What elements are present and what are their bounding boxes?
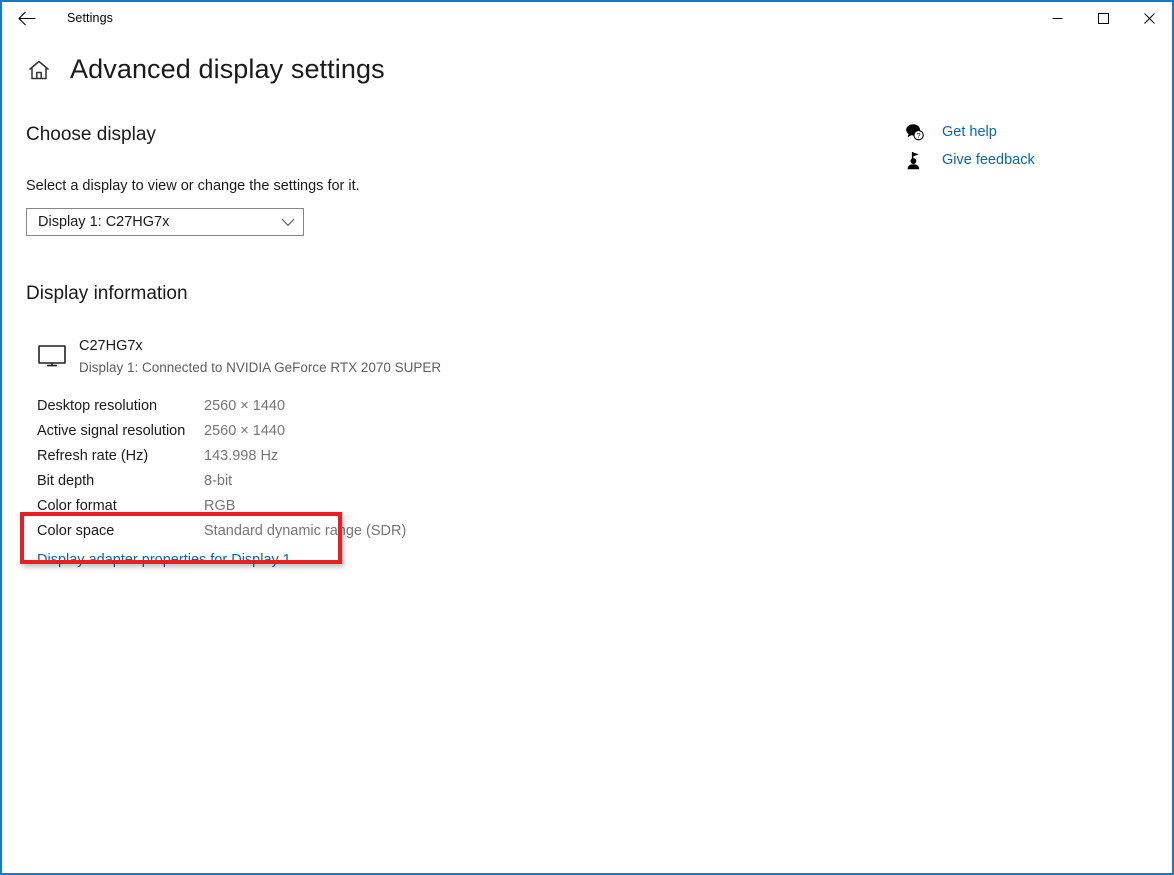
maximize-icon — [1097, 12, 1109, 24]
table-row: Desktop resolution 2560 × 1440 — [26, 394, 406, 419]
chevron-down-icon — [281, 218, 295, 227]
info-label: Active signal resolution — [37, 423, 186, 440]
display-select-value: Display 1: C27HG7x — [38, 214, 170, 231]
main-content: Choose display Select a display to view … — [26, 124, 866, 569]
adapter-link-container: Display adapter properties for Display 1 — [26, 551, 866, 569]
settings-window: Settings Advanced display settings Choos… — [0, 0, 1174, 875]
info-value: 8-bit — [204, 473, 233, 490]
info-label: Bit depth — [37, 473, 95, 490]
feedback-person-icon — [905, 149, 929, 171]
info-value: 2560 × 1440 — [204, 398, 286, 415]
info-value: 2560 × 1440 — [204, 423, 286, 440]
info-label: Desktop resolution — [37, 398, 158, 415]
device-summary: C27HG7x Display 1: Connected to NVIDIA G… — [26, 337, 866, 377]
display-adapter-properties-link[interactable]: Display adapter properties for Display 1 — [37, 552, 291, 568]
table-row: Color format RGB — [26, 494, 406, 519]
display-select[interactable]: Display 1: C27HG7x — [26, 208, 304, 237]
page-title: Advanced display settings — [70, 54, 385, 84]
help-question-bubble-icon: ? — [905, 121, 929, 143]
device-connection: Display 1: Connected to NVIDIA GeForce R… — [79, 359, 442, 375]
window-title: Settings — [67, 11, 113, 25]
info-label: Color format — [37, 498, 117, 515]
back-button[interactable] — [4, 2, 50, 34]
get-help-label: Get help — [942, 124, 997, 140]
close-button[interactable] — [1126, 2, 1172, 34]
back-arrow-icon — [18, 11, 36, 25]
give-feedback-label: Give feedback — [942, 152, 1035, 168]
info-label: Refresh rate (Hz) — [37, 448, 149, 465]
device-name: C27HG7x — [79, 338, 143, 355]
monitor-icon — [37, 341, 67, 371]
get-help-link[interactable]: ? Get help — [905, 118, 1125, 146]
choose-display-heading: Choose display — [26, 124, 156, 145]
minimize-icon — [1052, 17, 1062, 19]
titlebar-drag-region — [113, 2, 1034, 34]
page-header: Advanced display settings — [26, 56, 385, 83]
side-links: ? Get help Give feedback — [905, 118, 1125, 174]
info-value: RGB — [204, 498, 236, 515]
minimize-button[interactable] — [1034, 2, 1080, 34]
info-value: Standard dynamic range (SDR) — [204, 523, 407, 540]
table-row: Refresh rate (Hz) 143.998 Hz — [26, 444, 406, 469]
display-info-table: Desktop resolution 2560 × 1440 Active si… — [26, 394, 406, 544]
table-row: Active signal resolution 2560 × 1440 — [26, 419, 406, 444]
display-information-heading: Display information — [26, 283, 188, 305]
home-icon[interactable] — [26, 57, 52, 83]
maximize-button[interactable] — [1080, 2, 1126, 34]
info-label: Color space — [37, 523, 115, 540]
svg-text:?: ? — [917, 131, 921, 140]
choose-display-description: Select a display to view or change the s… — [26, 177, 360, 194]
device-text-block: C27HG7x Display 1: Connected to NVIDIA G… — [79, 337, 441, 377]
table-row: Color space Standard dynamic range (SDR) — [26, 519, 406, 544]
caption-buttons — [1034, 2, 1172, 34]
table-row: Bit depth 8-bit — [26, 469, 406, 494]
title-bar: Settings — [2, 2, 1172, 34]
info-value: 143.998 Hz — [204, 448, 279, 465]
close-icon — [1143, 12, 1155, 24]
give-feedback-link[interactable]: Give feedback — [905, 146, 1125, 174]
